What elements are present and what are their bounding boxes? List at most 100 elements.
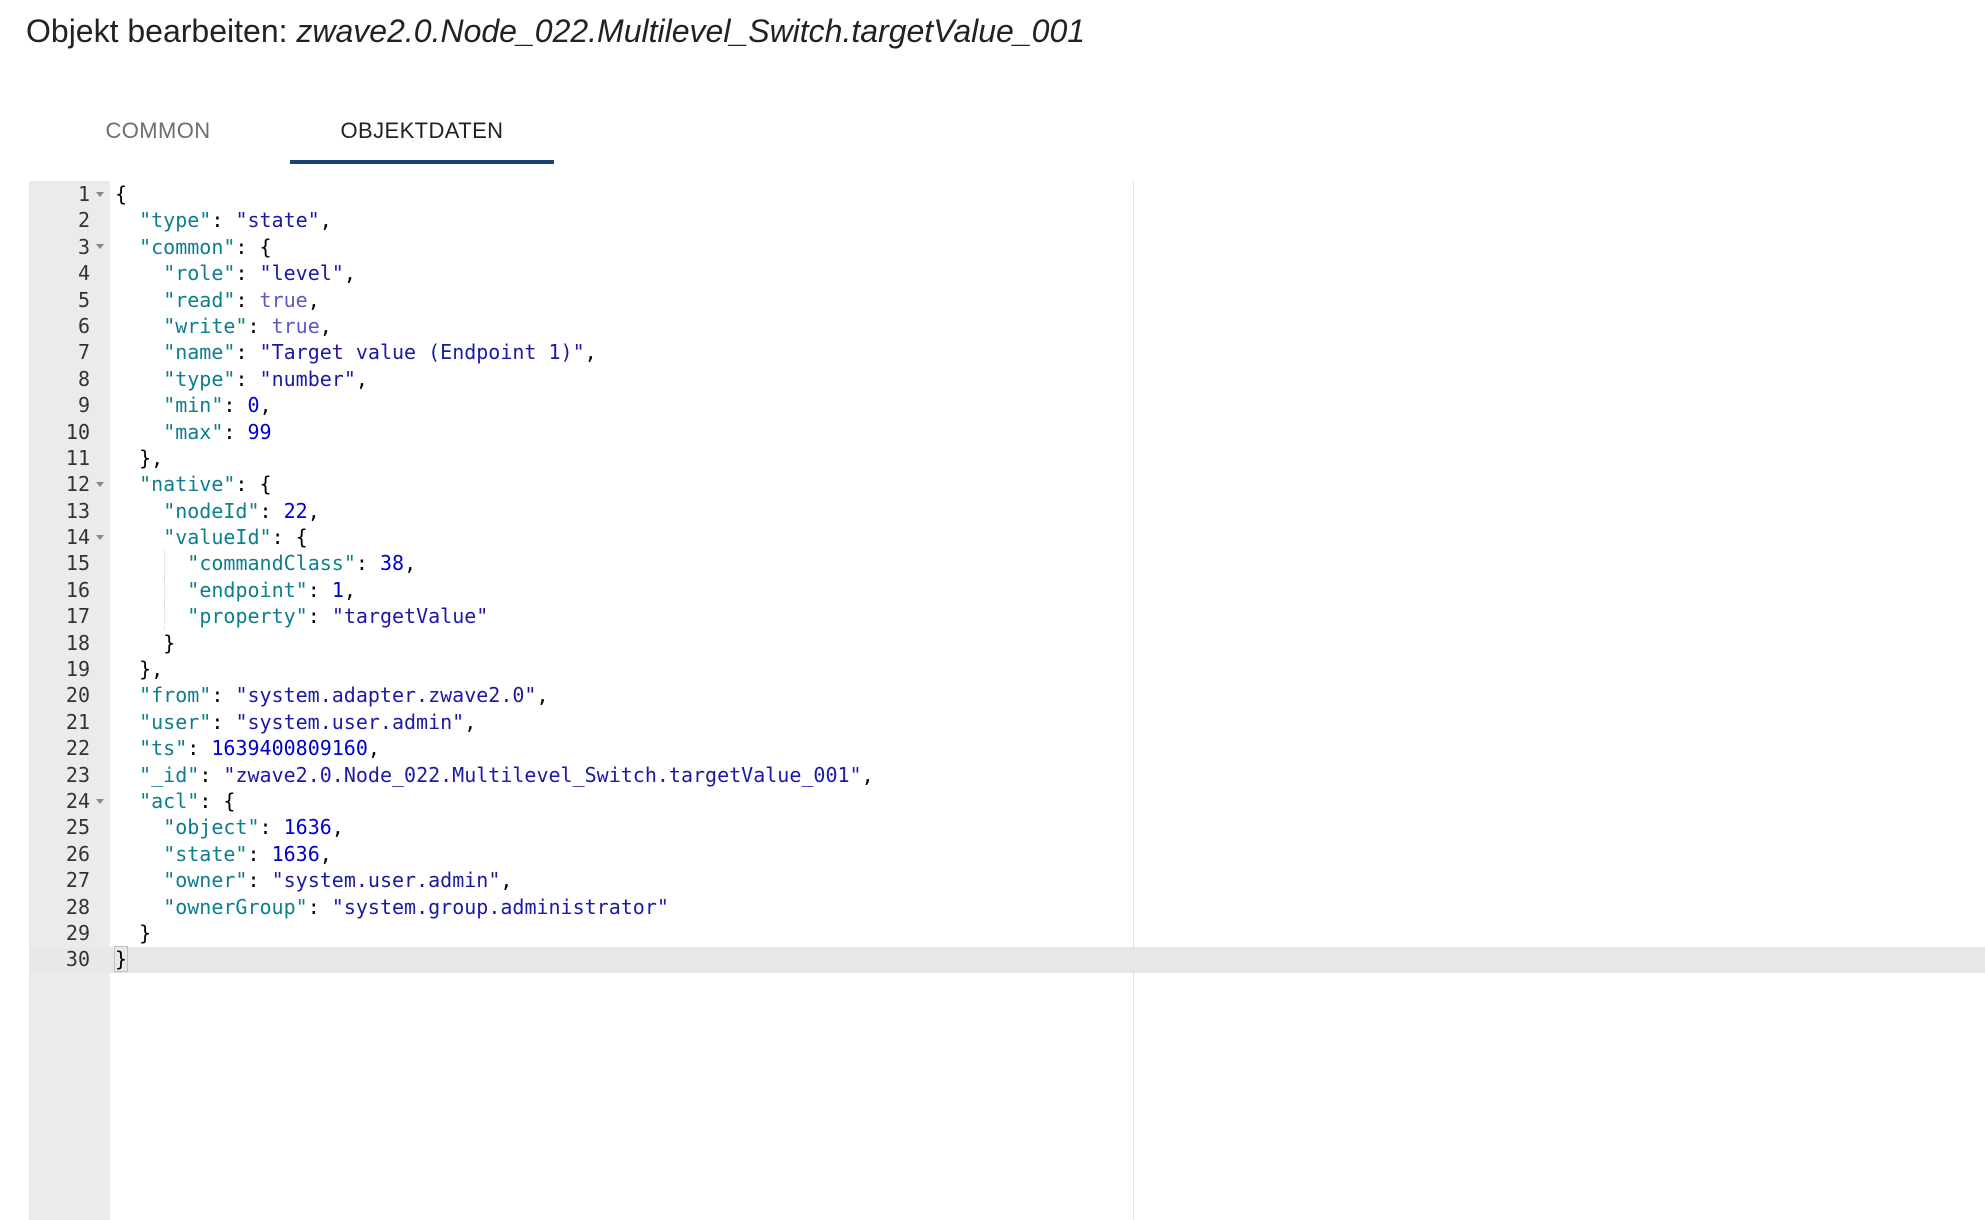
code-text: "common": { <box>139 234 271 260</box>
json-punctuation: : <box>307 604 332 629</box>
line-number: 6 <box>77 313 90 338</box>
fold-arrow-icon[interactable] <box>94 181 106 207</box>
line-number: 24 <box>65 788 90 813</box>
json-punctuation: , <box>584 340 597 365</box>
code-line[interactable]: 14 "valueId": { <box>29 524 1985 550</box>
code-line[interactable]: 7 "name": "Target value (Endpoint 1)", <box>29 339 1985 365</box>
fold-arrow-icon[interactable] <box>94 234 106 260</box>
line-number: 11 <box>65 445 90 470</box>
json-key: "property" <box>187 604 308 629</box>
code-line[interactable]: 3 "common": { <box>29 234 1985 260</box>
json-key: "acl" <box>139 788 200 813</box>
json-punctuation: : <box>235 261 260 286</box>
json-punctuation: , <box>319 313 332 338</box>
code-line[interactable]: 26 "state": 1636, <box>29 841 1985 867</box>
json-number: 38 <box>379 551 405 576</box>
code-line[interactable]: 1{ <box>29 181 1985 207</box>
code-text: "ts": 1639400809160, <box>139 735 380 761</box>
code-text: }, <box>139 445 163 471</box>
code-line[interactable]: 29} <box>29 920 1985 946</box>
json-punctuation: : <box>211 683 236 708</box>
code-line[interactable]: 30} <box>29 946 1985 973</box>
code-line[interactable]: 21 "user": "system.user.admin", <box>29 709 1985 735</box>
json-number: 99 <box>247 419 272 444</box>
json-string: "state" <box>235 208 320 233</box>
code-line[interactable]: 10 "max": 99 <box>29 419 1985 445</box>
code-text: "name": "Target value (Endpoint 1)", <box>163 339 597 365</box>
code-line[interactable]: 18} <box>29 630 1985 656</box>
code-line[interactable]: 2 "type": "state", <box>29 207 1985 233</box>
code-text: "read": true, <box>163 287 320 313</box>
code-line[interactable]: 11}, <box>29 445 1985 471</box>
tab-bar: COMMON OBJEKTDATEN <box>26 98 554 164</box>
fold-arrow-icon[interactable] <box>94 788 106 814</box>
code-line[interactable]: 17 "property": "targetValue" <box>29 603 1985 630</box>
code-line[interactable]: 9 "min": 0, <box>29 392 1985 418</box>
json-punctuation: , <box>355 366 368 391</box>
code-text: "object": 1636, <box>163 814 344 840</box>
json-punctuation: , <box>331 815 344 840</box>
json-punctuation: : <box>211 208 236 233</box>
code-line[interactable]: 4 "role": "level", <box>29 260 1985 286</box>
text-cursor <box>127 949 129 972</box>
dialog-title: Objekt bearbeiten: zwave2.0.Node_022.Mul… <box>26 11 1085 51</box>
code-line[interactable]: 22 "ts": 1639400809160, <box>29 735 1985 761</box>
json-string: "zwave2.0.Node_022.Multilevel_Switch.tar… <box>223 762 862 787</box>
code-line[interactable]: 8 "type": "number", <box>29 366 1985 392</box>
line-number: 19 <box>65 657 90 682</box>
code-text: "acl": { <box>139 788 235 814</box>
json-punctuation: : { <box>235 472 272 497</box>
json-punctuation: } <box>139 920 152 945</box>
code-line[interactable]: 23 "_id": "zwave2.0.Node_022.Multilevel_S… <box>29 762 1985 788</box>
code-line[interactable]: 16 "endpoint": 1, <box>29 576 1985 604</box>
json-punctuation: , <box>343 577 356 602</box>
tab-common[interactable]: COMMON <box>26 98 290 164</box>
code-text: } <box>139 920 151 946</box>
code-text: "min": 0, <box>163 392 271 418</box>
line-number: 30 <box>65 947 90 972</box>
code-line[interactable]: 12 "native": { <box>29 471 1985 497</box>
json-key: "_id" <box>139 762 200 787</box>
json-punctuation: : { <box>271 525 308 550</box>
fold-arrow-icon[interactable] <box>94 471 106 497</box>
json-number: 0 <box>247 393 260 418</box>
code-text: } <box>113 946 129 973</box>
code-line[interactable]: 5 "read": true, <box>29 287 1985 313</box>
line-number: 17 <box>65 604 90 629</box>
dialog-object-id: zwave2.0.Node_022.Multilevel_Switch.targ… <box>296 13 1086 49</box>
json-punctuation: , <box>343 261 356 286</box>
code-line[interactable]: 6 "write": true, <box>29 313 1985 339</box>
line-number: 14 <box>65 525 90 550</box>
json-key: "max" <box>163 419 224 444</box>
code-line[interactable]: 28 "ownerGroup": "system.group.administra… <box>29 894 1985 920</box>
code-line[interactable]: 24 "acl": { <box>29 788 1985 814</box>
editor-lines: 1{2 "type": "state", 3 "common": {4 "role": … <box>29 181 1985 973</box>
json-key: "type" <box>139 208 212 233</box>
line-number: 25 <box>65 815 90 840</box>
tab-objektdaten[interactable]: OBJEKTDATEN <box>290 98 554 164</box>
code-text: "property": "targetValue" <box>187 603 488 629</box>
line-number: 7 <box>77 340 90 365</box>
fold-arrow-icon[interactable] <box>94 524 106 550</box>
code-line[interactable]: 27 "owner": "system.user.admin", <box>29 867 1985 893</box>
json-string: "system.adapter.zwave2.0" <box>235 683 537 708</box>
json-key: "valueId" <box>163 525 272 550</box>
line-number: 23 <box>65 762 90 787</box>
json-string: "level" <box>259 261 344 286</box>
json-punctuation: , <box>259 393 272 418</box>
json-key: "min" <box>163 393 224 418</box>
code-text: { <box>115 181 127 207</box>
code-line[interactable]: 13 "nodeId": 22, <box>29 498 1985 524</box>
json-code-editor[interactable]: 1{2 "type": "state", 3 "common": {4 "role": … <box>29 181 1985 1220</box>
code-line[interactable]: 25 "object": 1636, <box>29 814 1985 840</box>
json-punctuation: : <box>259 815 284 840</box>
json-string: "Target value (Endpoint 1)" <box>259 340 585 365</box>
json-key: "ownerGroup" <box>163 894 308 919</box>
code-line[interactable]: 20 "from": "system.adapter.zwave2.0", <box>29 682 1985 708</box>
edit-object-dialog: Objekt bearbeiten: zwave2.0.Node_022.Mul… <box>0 0 1985 1220</box>
code-line[interactable]: 19}, <box>29 656 1985 682</box>
code-text: "native": { <box>139 471 271 497</box>
line-number: 3 <box>77 234 90 259</box>
code-line[interactable]: 15 "commandClass": 38, <box>29 550 1985 577</box>
indent-guide <box>164 603 166 630</box>
